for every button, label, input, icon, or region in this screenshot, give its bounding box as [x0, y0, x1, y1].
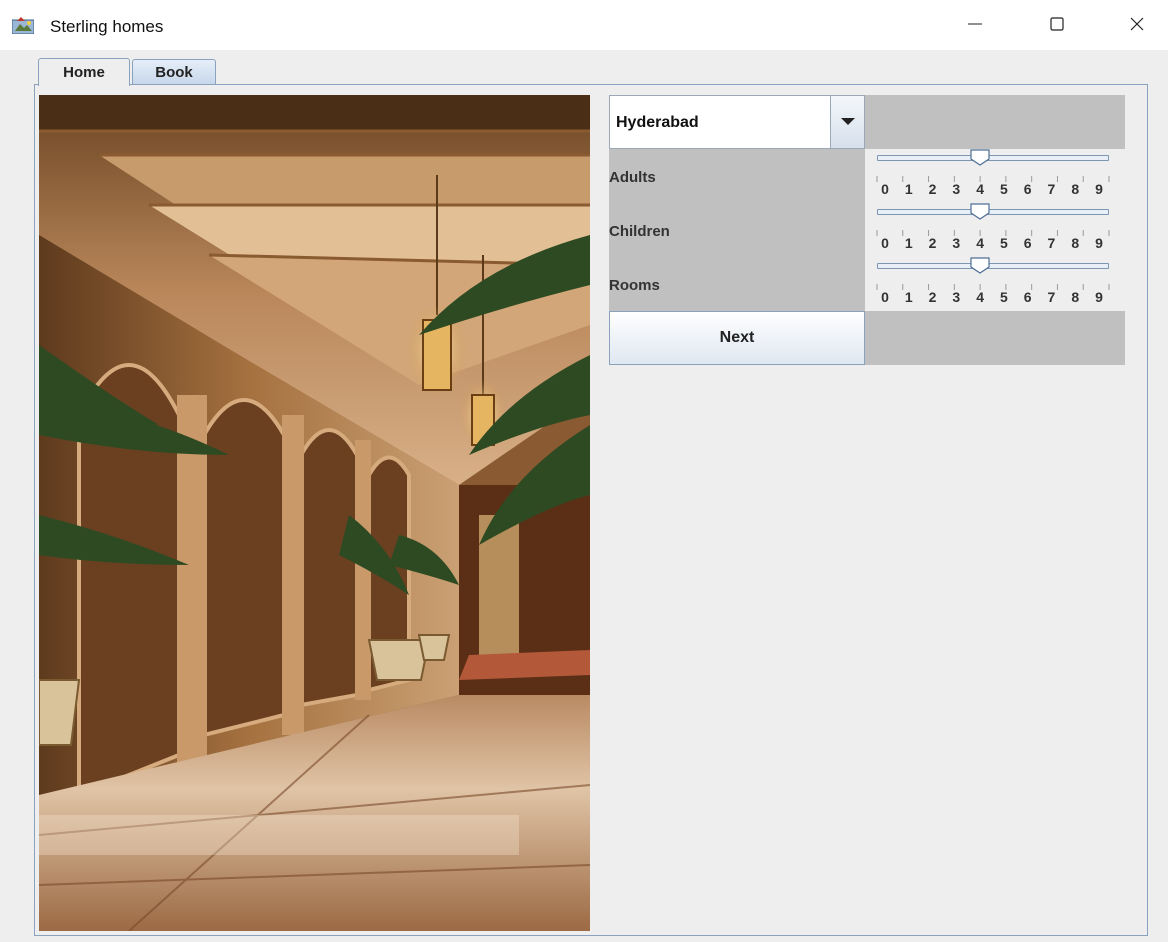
window-title: Sterling homes — [50, 17, 164, 36]
close-icon — [1129, 16, 1145, 37]
children-label-cell: Children — [609, 203, 865, 257]
slider-track[interactable] — [877, 209, 1109, 215]
slider-tick-label: 0 — [881, 181, 889, 197]
slider-tick-label: 2 — [928, 289, 937, 305]
children-slider[interactable]: 0123456789 — [865, 203, 1125, 257]
slider-tick-label: 7 — [1047, 235, 1056, 251]
slider-tick-labels: 0123456789 — [865, 289, 1125, 307]
adults-label-cell: Adults — [609, 149, 865, 203]
slider-tick-label: 0 — [881, 235, 889, 251]
slider-tick-label: 7 — [1047, 181, 1056, 197]
slider-tick-labels: 0123456789 — [865, 235, 1125, 253]
slider-tick-label: 2 — [928, 181, 937, 197]
slider-tick-label: 8 — [1071, 235, 1080, 251]
slider-tick-label: 2 — [928, 235, 937, 251]
slider-tick-label: 5 — [999, 289, 1008, 305]
slider-tick-label: 8 — [1071, 181, 1080, 197]
empty-cell — [865, 95, 1125, 149]
tab-book-label: Book — [155, 64, 193, 81]
tab-book[interactable]: Book — [132, 59, 216, 85]
rooms-label: Rooms — [609, 277, 660, 294]
tab-home-label: Home — [63, 64, 105, 81]
slider-tick-label: 4 — [976, 181, 985, 197]
chevron-down-icon[interactable] — [830, 96, 864, 148]
slider-tick-label: 4 — [976, 289, 985, 305]
children-label: Children — [609, 223, 670, 240]
slider-ticks — [876, 171, 1110, 182]
adults-slider[interactable]: 0123456789 — [865, 149, 1125, 203]
maximize-icon — [1049, 16, 1065, 37]
slider-tick-label: 5 — [999, 235, 1008, 251]
city-select[interactable]: Hyderabad — [609, 95, 865, 149]
rooms-slider[interactable]: 0123456789 — [865, 257, 1125, 311]
empty-cell — [865, 311, 1125, 365]
window-content: Home Book Hyderabad Adults 0 1 2 3 4 5 6… — [0, 50, 1168, 942]
slider-tick-label: 1 — [904, 181, 913, 197]
next-button[interactable]: Next — [609, 311, 865, 365]
rooms-label-cell: Rooms — [609, 257, 865, 311]
slider-thumb[interactable] — [970, 203, 990, 220]
adults-label: Adults — [609, 169, 656, 186]
slider-track[interactable] — [877, 263, 1109, 269]
slider-tick-label: 6 — [1023, 289, 1032, 305]
next-button-label: Next — [719, 329, 755, 346]
minimize-button[interactable] — [952, 8, 998, 44]
slider-ticks — [876, 279, 1110, 290]
close-button[interactable] — [1114, 8, 1160, 44]
app-window-icon — [11, 16, 35, 35]
slider-ticks — [876, 225, 1110, 236]
slider-tick-label: 8 — [1071, 289, 1080, 305]
slider-tick-label: 6 — [1023, 235, 1032, 251]
hotel-lobby-image — [39, 95, 590, 931]
slider-tick-label: 3 — [952, 181, 961, 197]
slider-tick-label: 0 — [881, 289, 889, 305]
minimize-icon — [967, 16, 983, 37]
slider-tick-label: 1 — [904, 235, 913, 251]
slider-tick-labels: 0123456789 — [865, 181, 1125, 199]
slider-tick-label: 9 — [1095, 235, 1103, 251]
slider-thumb[interactable] — [970, 149, 990, 166]
slider-track[interactable] — [877, 155, 1109, 161]
maximize-button[interactable] — [1034, 8, 1080, 44]
slider-tick-label: 7 — [1047, 289, 1056, 305]
slider-thumb[interactable] — [970, 257, 990, 274]
slider-tick-label: 6 — [1023, 181, 1032, 197]
booking-form: Hyderabad Adults 0123456789 Children 012… — [609, 95, 1125, 365]
slider-tick-label: 3 — [952, 289, 961, 305]
city-select-value: Hyderabad — [616, 114, 699, 131]
slider-tick-label: 9 — [1095, 289, 1103, 305]
slider-tick-label: 3 — [952, 235, 961, 251]
tab-panel: Hyderabad Adults 0123456789 Children 012… — [34, 84, 1148, 936]
slider-tick-label: 9 — [1095, 181, 1103, 197]
title-bar: Sterling homes — [0, 0, 1168, 50]
slider-tick-label: 4 — [976, 235, 985, 251]
slider-tick-label: 5 — [999, 181, 1008, 197]
tab-home[interactable]: Home — [38, 58, 130, 86]
slider-tick-label: 1 — [904, 289, 913, 305]
